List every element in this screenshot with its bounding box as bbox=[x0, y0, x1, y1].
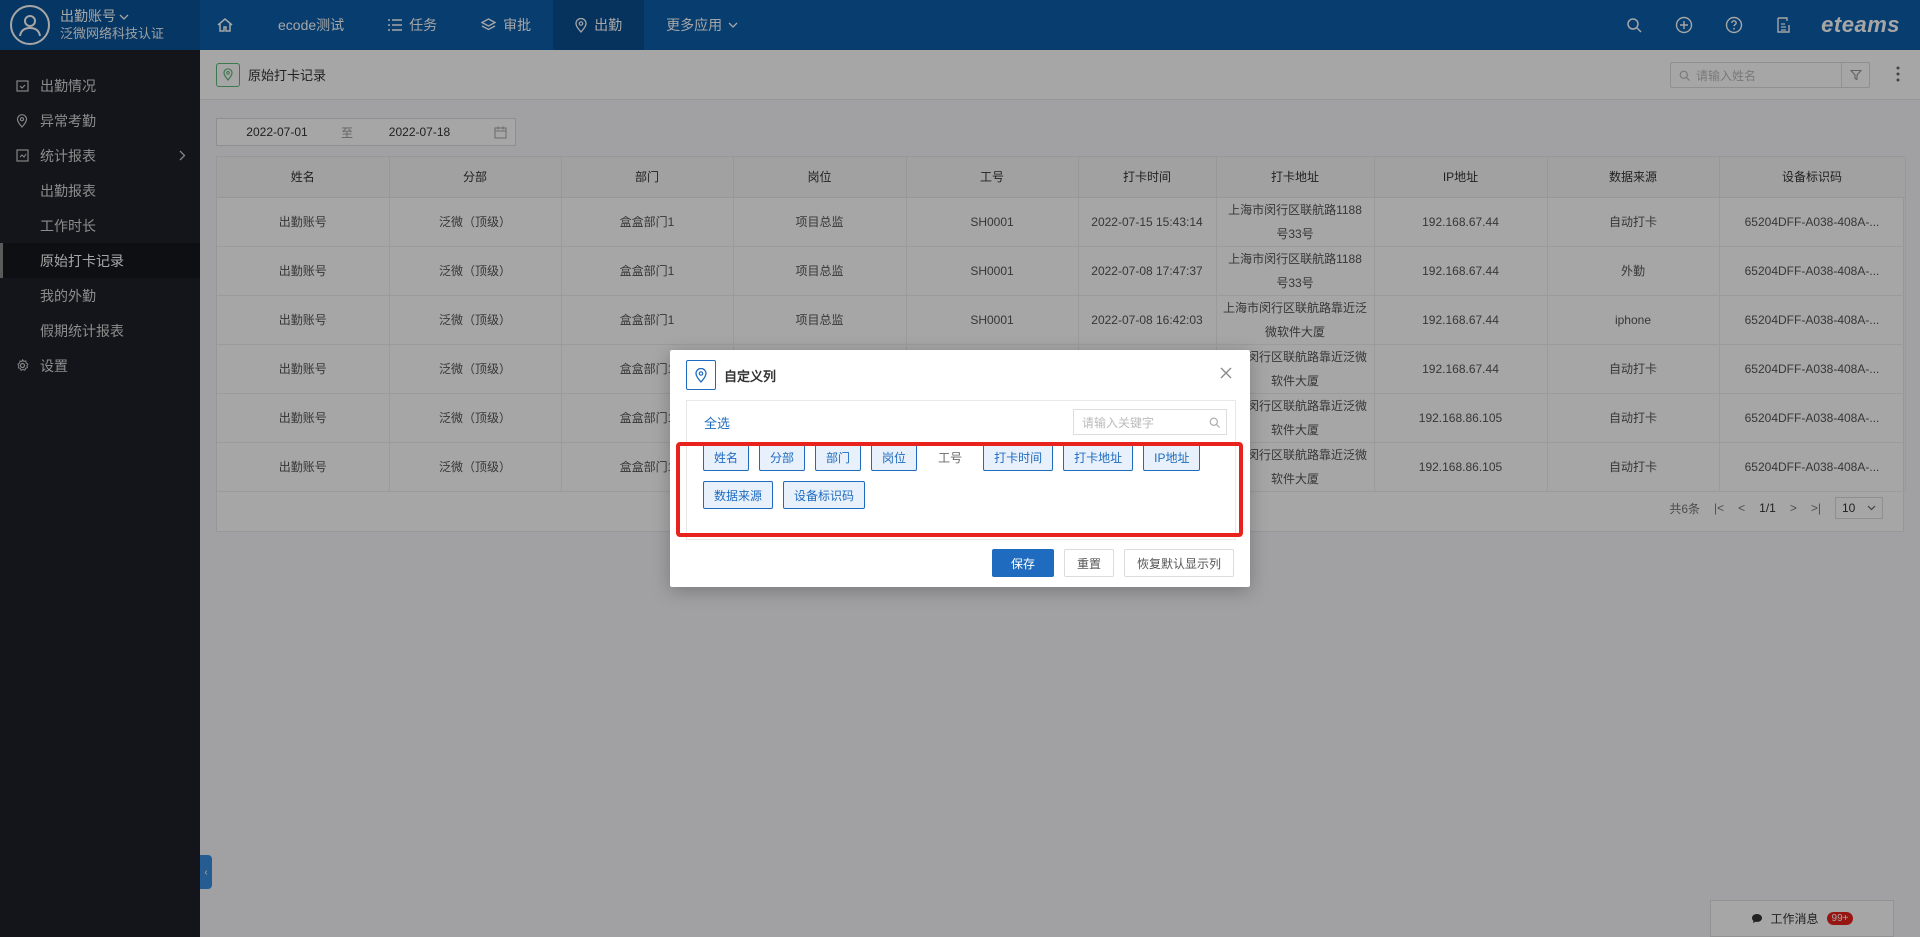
column-tag-employee-id[interactable]: 工号 bbox=[927, 443, 974, 471]
location-pin-icon bbox=[686, 360, 716, 390]
column-tag-data-source[interactable]: 数据来源 bbox=[703, 481, 774, 509]
column-tag-clock-time[interactable]: 打卡时间 bbox=[983, 443, 1054, 471]
column-picker: 全选 请输入关键字 姓名 分部 部门 岗位 工号 打卡时间 打卡地址 IP地址 … bbox=[686, 400, 1236, 540]
dialog-title: 自定义列 bbox=[724, 368, 777, 384]
close-icon bbox=[1220, 367, 1232, 379]
column-tag-clock-address[interactable]: 打卡地址 bbox=[1063, 443, 1134, 471]
column-tag-department[interactable]: 部门 bbox=[815, 443, 862, 471]
select-all-link[interactable]: 全选 bbox=[704, 413, 730, 432]
custom-columns-dialog: 自定义列 全选 请输入关键字 姓名 分部 部门 岗位 工号 打卡时间 打卡地址 … bbox=[670, 350, 1250, 587]
close-button[interactable] bbox=[1220, 367, 1232, 379]
restore-default-columns-button[interactable]: 恢复默认显示列 bbox=[1123, 549, 1234, 577]
reset-button[interactable]: 重置 bbox=[1063, 549, 1114, 577]
keyword-search-input[interactable]: 请输入关键字 bbox=[1073, 409, 1227, 435]
search-icon bbox=[1209, 417, 1220, 428]
column-tags: 姓名 分部 部门 岗位 工号 打卡时间 打卡地址 IP地址 数据来源 设备标识码 bbox=[687, 443, 1227, 519]
column-tag-position[interactable]: 岗位 bbox=[871, 443, 918, 471]
column-tag-device-id[interactable]: 设备标识码 bbox=[783, 481, 866, 509]
column-tag-name[interactable]: 姓名 bbox=[703, 443, 750, 471]
save-button[interactable]: 保存 bbox=[991, 549, 1054, 577]
column-tag-ip-address[interactable]: IP地址 bbox=[1143, 443, 1201, 471]
column-tag-branch[interactable]: 分部 bbox=[759, 443, 806, 471]
